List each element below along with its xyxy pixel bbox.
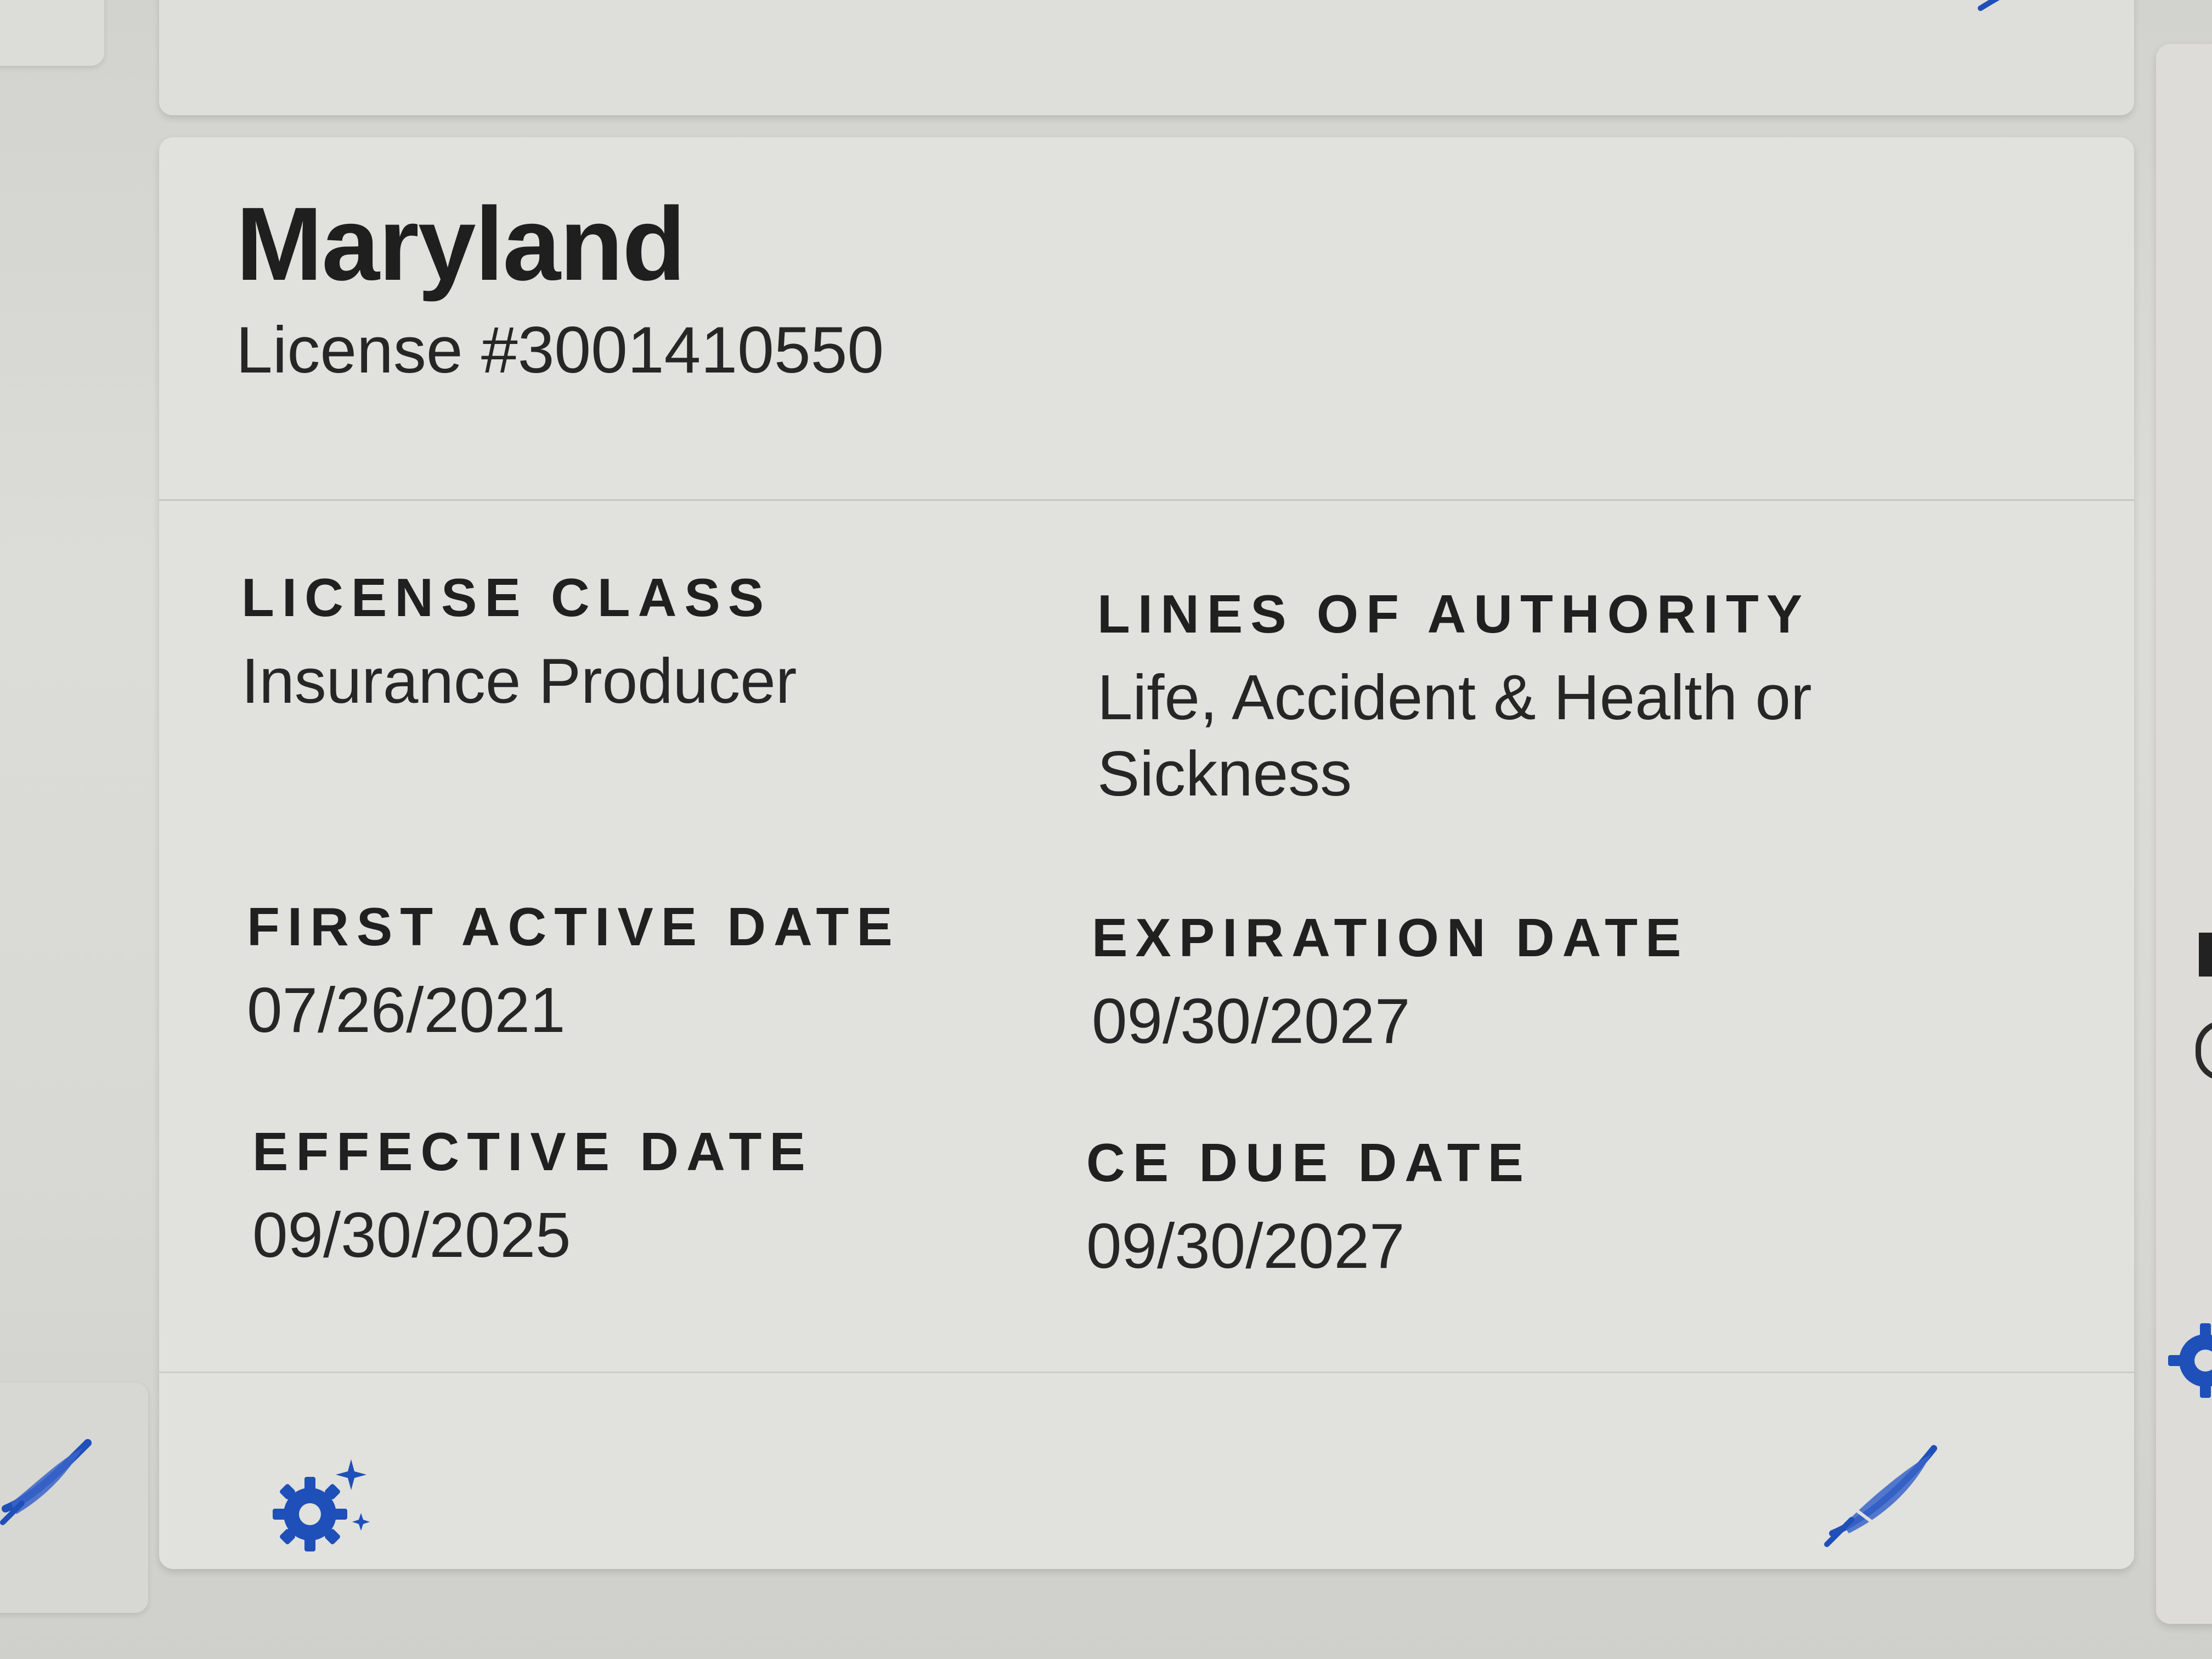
license-card: Maryland License #3001410550 LICENSE CLA… [159, 137, 2134, 1569]
partial-field-value [2196, 1020, 2212, 1081]
field-license-class: LICENSE CLASS Insurance Producer [241, 571, 797, 719]
expiration-date-label: EXPIRATION DATE [1092, 907, 1689, 968]
neighbor-card-right [2156, 44, 2212, 1624]
quill-pen-icon[interactable] [1975, 0, 2035, 11]
neighbor-card-left-top [0, 0, 104, 66]
effective-date-value: 09/30/2025 [252, 1199, 571, 1271]
quill-pen-icon[interactable] [1821, 1437, 1942, 1547]
field-effective-date: EFFECTIVE DATE 09/30/2025 [252, 1125, 813, 1273]
previous-license-card [159, 0, 2134, 115]
gear-icon[interactable] [2162, 1306, 2212, 1415]
field-expiration-date: EXPIRATION DATE 09/30/2027 [1092, 911, 1689, 1059]
ce-due-date-value: 09/30/2027 [1086, 1210, 1405, 1282]
gear-sparkle-icon[interactable] [263, 1448, 373, 1558]
field-first-active-date: FIRST ACTIVE DATE 07/26/2021 [247, 900, 900, 1048]
card-header: Maryland License #3001410550 [236, 192, 884, 383]
screen: Maryland License #3001410550 LICENSE CLA… [0, 0, 2212, 1659]
quill-pen-icon[interactable] [0, 1421, 93, 1531]
neighbor-card-left-bottom [0, 1383, 148, 1613]
field-lines-of-authority: LINES OF AUTHORITY Life, Accident & Heal… [1097, 587, 1909, 812]
effective-date-label: EFFECTIVE DATE [252, 1121, 813, 1182]
footer-divider [159, 1372, 2134, 1373]
first-active-date-value: 07/26/2021 [247, 974, 566, 1046]
partial-field-label [2199, 933, 2212, 977]
header-divider [159, 499, 2134, 501]
license-number: License #3001410550 [236, 313, 884, 387]
lines-of-authority-value: Life, Accident & Health or Sickness [1097, 662, 1812, 810]
first-active-date-label: FIRST ACTIVE DATE [247, 896, 900, 957]
field-ce-due-date: CE DUE DATE 09/30/2027 [1086, 1136, 1531, 1284]
license-class-label: LICENSE CLASS [241, 567, 772, 628]
state-title: Maryland [236, 186, 686, 302]
lines-of-authority-label: LINES OF AUTHORITY [1097, 584, 1810, 644]
expiration-date-value: 09/30/2027 [1092, 985, 1410, 1057]
license-class-value: Insurance Producer [241, 645, 797, 716]
ce-due-date-label: CE DUE DATE [1086, 1132, 1532, 1193]
